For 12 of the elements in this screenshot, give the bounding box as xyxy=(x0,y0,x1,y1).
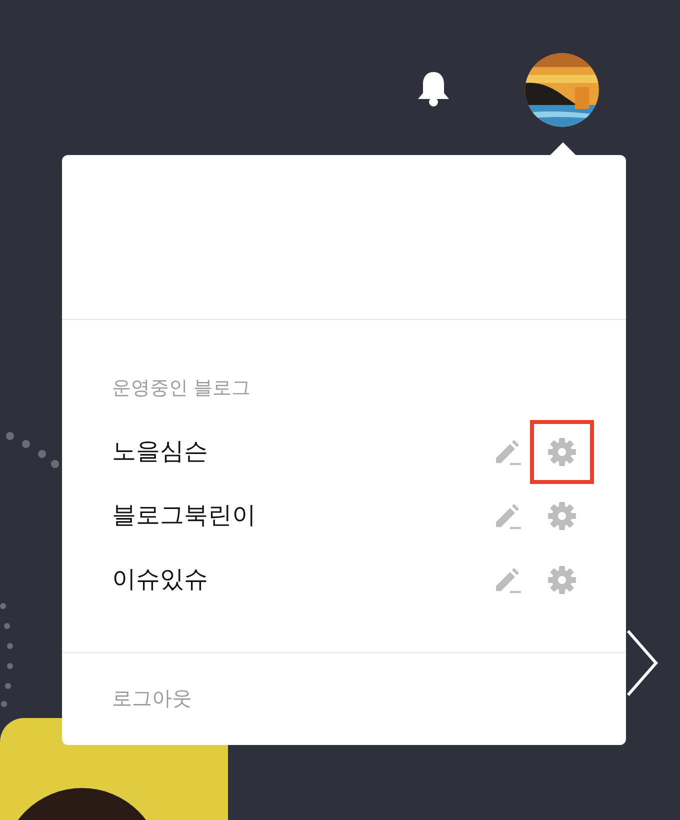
settings-icon[interactable] xyxy=(547,501,577,531)
pencil-icon[interactable] xyxy=(493,566,523,594)
blog-link[interactable]: 노을심슨 xyxy=(112,434,493,470)
bell-icon[interactable] xyxy=(417,71,450,107)
blog-link[interactable]: 블로그북린이 xyxy=(112,498,493,534)
pencil-icon[interactable] xyxy=(493,438,523,466)
section-label: 운영중인 블로그 xyxy=(112,377,250,401)
chevron-right-icon[interactable] xyxy=(624,628,660,698)
blog-link[interactable]: 이슈있슈 xyxy=(112,562,493,598)
settings-icon[interactable] xyxy=(547,437,577,467)
settings-icon[interactable] xyxy=(547,565,577,595)
pencil-icon[interactable] xyxy=(493,502,523,530)
